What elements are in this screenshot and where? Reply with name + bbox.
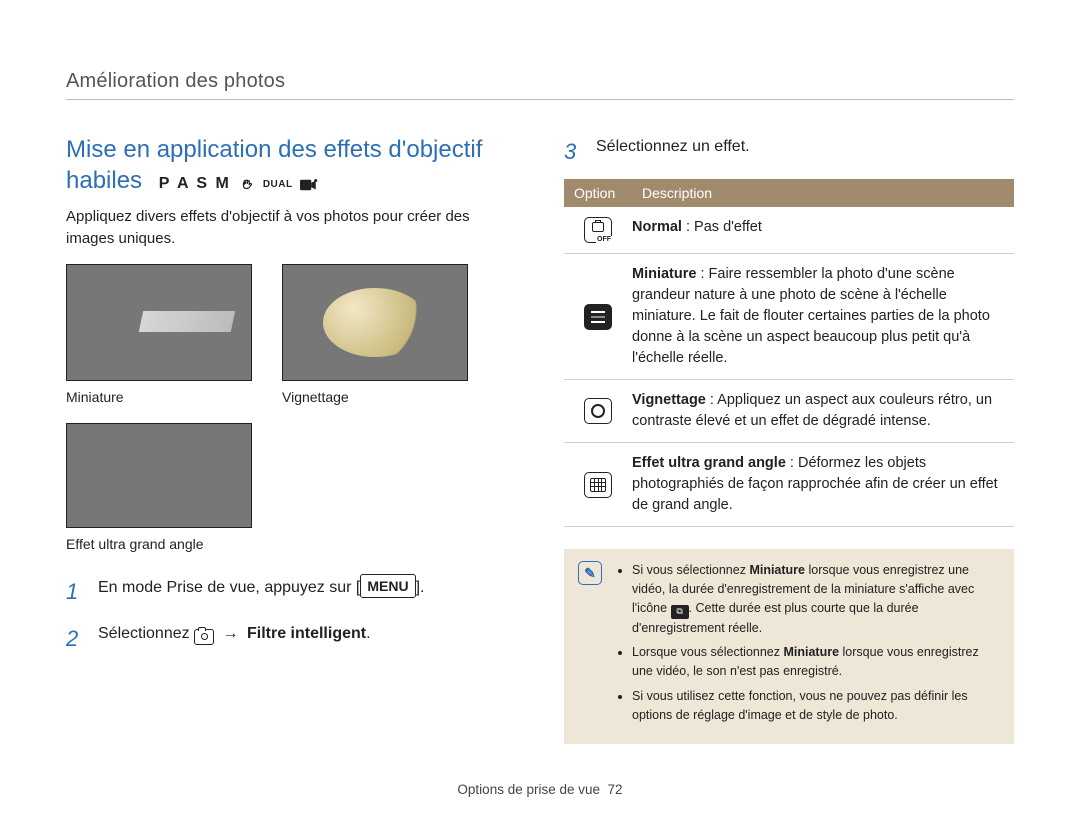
thumb-vignette: Vignettage: [282, 264, 468, 405]
steps-list: 1 En mode Prise de vue, appuyez sur [MEN…: [66, 574, 516, 656]
page-footer: Options de prise de vue 72: [0, 782, 1080, 797]
thumb-miniature-caption: Miniature: [66, 389, 252, 405]
manual-page: Amélioration des photos Mise en applicat…: [0, 0, 1080, 815]
option-icon-vignette: [564, 380, 632, 442]
hand-icon: [238, 178, 256, 192]
two-column-layout: Mise en application des effets d'objecti…: [66, 134, 1014, 744]
option-desc-miniature: Miniature : Faire ressembler la photo d'…: [632, 254, 1014, 379]
n2a: Lorsque vous sélectionnez: [632, 645, 783, 659]
table-row: Miniature : Faire ressembler la photo d'…: [564, 254, 1014, 380]
step-1: 1 En mode Prise de vue, appuyez sur [MEN…: [66, 574, 516, 609]
section-title-line2: habiles: [66, 167, 142, 194]
step-2: 2 Sélectionnez → Filtre intelligent.: [66, 621, 516, 656]
step-1-text: En mode Prise de vue, appuyez sur [MENU]…: [98, 574, 425, 601]
thumb-vignette-caption: Vignettage: [282, 389, 468, 405]
step-3: 3 Sélectionnez un effet.: [564, 134, 1014, 169]
thumb-wide-angle-image: [66, 423, 252, 528]
record-duration-icon: ⧉: [671, 605, 689, 619]
step-3-text: Sélectionnez un effet.: [596, 134, 750, 160]
miniature-icon: [584, 304, 612, 330]
n2bold: Miniature: [783, 645, 839, 659]
arrow-icon: →: [223, 625, 239, 642]
mode-dual-label: DUAL: [263, 178, 293, 191]
note-item-1: Si vous sélectionnez Miniature lorsque v…: [632, 561, 998, 637]
thumb-wide-angle: Effet ultra grand angle: [66, 423, 252, 552]
table-row: Vignettage : Appliquez un aspect aux cou…: [564, 380, 1014, 443]
n1bold: Miniature: [749, 563, 805, 577]
section-title-line1: Mise en application des effets d'objecti…: [66, 136, 482, 163]
row2-bold: Vignettage: [632, 392, 706, 408]
menu-button-badge: MENU: [360, 574, 415, 598]
step-2-text: Sélectionnez → Filtre intelligent.: [98, 621, 371, 647]
row3-bold: Effet ultra grand angle: [632, 455, 786, 471]
option-icon-wide-angle: [564, 443, 632, 526]
table-row: Effet ultra grand angle : Déformez les o…: [564, 443, 1014, 527]
example-thumbnails: Miniature Vignettage Effet ultra grand a…: [66, 264, 516, 552]
video-record-icon: [300, 178, 318, 192]
row0-rest: : Pas d'effet: [682, 219, 762, 235]
options-table: Option Description Normal : Pas d'effet …: [564, 179, 1014, 527]
section-title: Mise en application des effets d'objecti…: [66, 134, 516, 196]
footer-page-number: 72: [608, 782, 623, 797]
step-1-text-b: ].: [416, 579, 425, 596]
thumb-vignette-image: [282, 264, 468, 381]
option-desc-normal: Normal : Pas d'effet: [632, 207, 1014, 253]
step-2-number: 2: [66, 621, 86, 656]
note-icon: ✎: [578, 561, 602, 585]
note-box: ✎ Si vous sélectionnez Miniature lorsque…: [564, 549, 1014, 744]
thumb-miniature: Miniature: [66, 264, 252, 405]
note-list: Si vous sélectionnez Miniature lorsque v…: [616, 561, 998, 730]
step-2-bold: Filtre intelligent: [247, 625, 366, 642]
wide-angle-icon: [584, 472, 612, 498]
thumb-miniature-image: [66, 264, 252, 381]
th-option: Option: [564, 179, 632, 207]
breadcrumb: Amélioration des photos: [66, 70, 1014, 93]
note-item-2: Lorsque vous sélectionnez Miniature lors…: [632, 643, 998, 681]
option-desc-wide-angle: Effet ultra grand angle : Déformez les o…: [632, 443, 1014, 526]
row0-bold: Normal: [632, 219, 682, 235]
footer-section: Options de prise de vue: [457, 782, 600, 797]
left-column: Mise en application des effets d'objecti…: [66, 134, 516, 744]
step-2-text-a: Sélectionnez: [98, 625, 194, 642]
n1a: Si vous sélectionnez: [632, 563, 749, 577]
option-desc-vignette: Vignettage : Appliquez un aspect aux cou…: [632, 380, 1014, 442]
note-item-3: Si vous utilisez cette fonction, vous ne…: [632, 687, 998, 725]
mode-icons: P A S M DUAL: [159, 174, 318, 195]
step-1-number: 1: [66, 574, 86, 609]
step-1-text-a: En mode Prise de vue, appuyez sur [: [98, 579, 360, 596]
th-description: Description: [632, 179, 1014, 207]
table-row: Normal : Pas d'effet: [564, 207, 1014, 254]
option-icon-miniature: [564, 254, 632, 379]
effect-off-icon: [584, 217, 612, 243]
step-2-end: .: [366, 625, 370, 642]
mode-letters: P A S M: [159, 174, 231, 195]
options-table-head: Option Description: [564, 179, 1014, 207]
thumb-wide-angle-caption: Effet ultra grand angle: [66, 536, 252, 552]
step-3-number: 3: [564, 134, 584, 169]
camera-icon: [194, 629, 214, 645]
divider: [66, 99, 1014, 100]
vignette-icon: [584, 398, 612, 424]
right-column: 3 Sélectionnez un effet. Option Descript…: [564, 134, 1014, 744]
intro-text: Appliquez divers effets d'objectif à vos…: [66, 206, 516, 250]
row1-bold: Miniature: [632, 266, 696, 282]
option-icon-normal: [564, 207, 632, 253]
